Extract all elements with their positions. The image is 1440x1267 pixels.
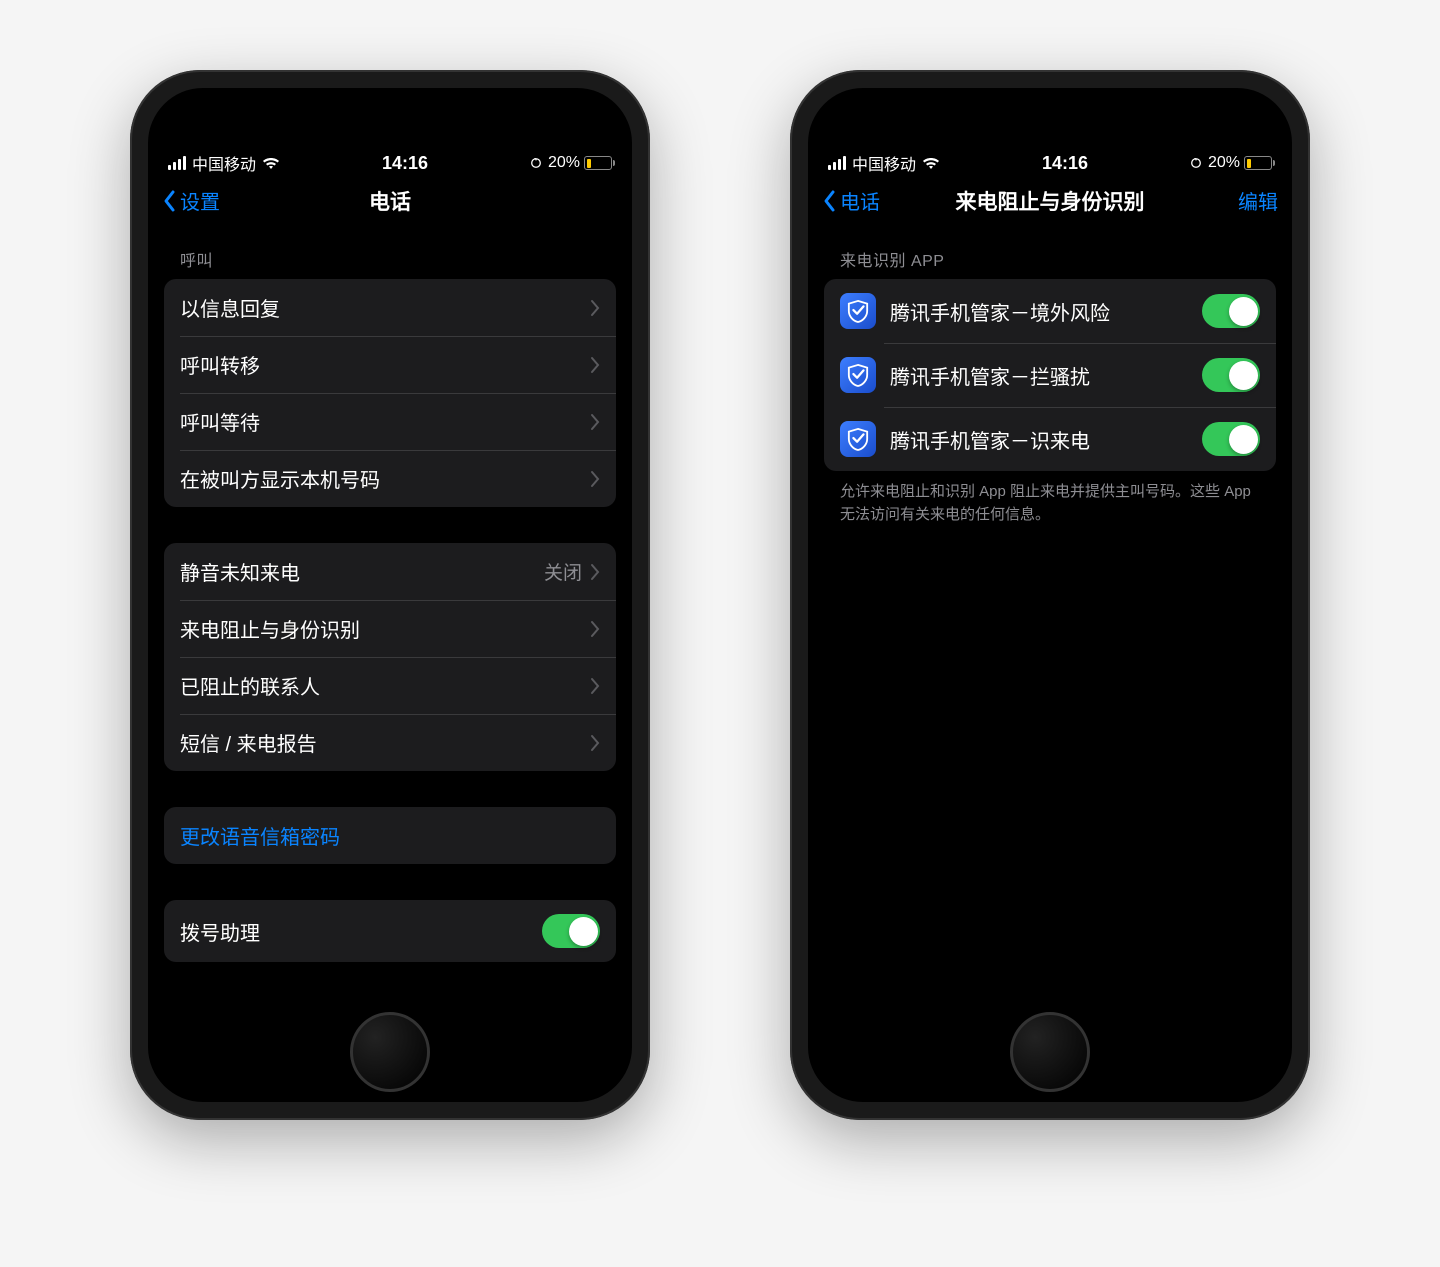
status-time: 14:16	[1042, 153, 1088, 174]
page-title: 来电阻止与身份识别	[956, 186, 1145, 216]
cell-show-caller-id[interactable]: 在被叫方显示本机号码	[164, 450, 616, 507]
back-button[interactable]: 设置	[162, 186, 220, 215]
back-label: 设置	[180, 186, 220, 215]
wifi-icon	[262, 156, 280, 170]
status-bar: 中国移动 14:16 20%	[808, 148, 1292, 176]
cell-call-waiting[interactable]: 呼叫等待	[164, 393, 616, 450]
edit-button[interactable]: 编辑	[1238, 186, 1278, 215]
nav-bar: 设置 电话	[148, 176, 632, 229]
chevron-right-icon	[590, 563, 600, 581]
status-bar: 中国移动 14:16 20%	[148, 148, 632, 176]
chevron-right-icon	[590, 299, 600, 317]
cell-dial-assist: 拨号助理	[164, 900, 616, 962]
cell-detail-value: 关闭	[544, 558, 582, 585]
toggle-dial-assist[interactable]	[542, 914, 600, 948]
group-block: 静音未知来电 关闭 来电阻止与身份识别 已阻止的联系人 短信 / 来电报告	[164, 543, 616, 771]
section-header-call: 呼叫	[164, 229, 616, 279]
group-dial-assist: 拨号助理	[164, 900, 616, 962]
status-time: 14:16	[382, 153, 428, 174]
chevron-right-icon	[590, 677, 600, 695]
home-button[interactable]	[1010, 1012, 1090, 1092]
chevron-right-icon	[590, 356, 600, 374]
orientation-lock-icon	[1190, 156, 1202, 170]
page-title: 电话	[369, 186, 411, 216]
toggle-app-overseas-risk[interactable]	[1202, 294, 1260, 328]
section-header-apps: 来电识别 APP	[824, 229, 1276, 279]
tencent-guard-icon	[840, 293, 876, 329]
tencent-guard-icon	[840, 421, 876, 457]
toggle-app-block-spam[interactable]	[1202, 358, 1260, 392]
cell-app-caller-id: 腾讯手机管家－识来电	[824, 407, 1276, 471]
cell-change-voicemail-pwd[interactable]: 更改语音信箱密码	[164, 807, 616, 864]
settings-content: 来电识别 APP 腾讯手机管家－境外风险	[808, 229, 1292, 973]
cell-call-blocking-id[interactable]: 来电阻止与身份识别	[164, 600, 616, 657]
cell-app-overseas-risk: 腾讯手机管家－境外风险	[824, 279, 1276, 343]
phone-frame-right: 中国移动 14:16 20% 电话 来电阻止与身份识别	[790, 70, 1310, 1120]
chevron-right-icon	[590, 413, 600, 431]
group-caller-id-apps: 腾讯手机管家－境外风险 腾讯手机管家－拦骚扰	[824, 279, 1276, 471]
screen-left: 中国移动 14:16 20% 设置 电话	[148, 88, 632, 1102]
tencent-guard-icon	[840, 357, 876, 393]
cellular-signal-icon	[828, 156, 846, 170]
wifi-icon	[922, 156, 940, 170]
cell-silence-unknown[interactable]: 静音未知来电 关闭	[164, 543, 616, 600]
orientation-lock-icon	[530, 156, 542, 170]
phone-frame-left: 中国移动 14:16 20% 设置 电话	[130, 70, 650, 1120]
back-label: 电话	[840, 186, 880, 215]
chevron-right-icon	[590, 470, 600, 488]
cellular-signal-icon	[168, 156, 186, 170]
group-call: 以信息回复 呼叫转移 呼叫等待 在被叫方显示本机号码	[164, 279, 616, 507]
battery-indicator: 20%	[1208, 154, 1272, 172]
carrier-label: 中国移动	[192, 151, 256, 175]
chevron-right-icon	[590, 620, 600, 638]
screen-right: 中国移动 14:16 20% 电话 来电阻止与身份识别	[808, 88, 1292, 1102]
nav-bar: 电话 来电阻止与身份识别 编辑	[808, 176, 1292, 229]
home-button[interactable]	[350, 1012, 430, 1092]
section-footer: 允许来电阻止和识别 App 阻止来电并提供主叫号码。这些 App 无法访问有关来…	[824, 471, 1276, 536]
cell-blocked-contacts[interactable]: 已阻止的联系人	[164, 657, 616, 714]
cell-call-forwarding[interactable]: 呼叫转移	[164, 336, 616, 393]
battery-percent: 20%	[1208, 154, 1240, 172]
battery-percent: 20%	[548, 154, 580, 172]
battery-indicator: 20%	[548, 154, 612, 172]
cell-reply-with-message[interactable]: 以信息回复	[164, 279, 616, 336]
group-voicemail: 更改语音信箱密码	[164, 807, 616, 864]
cell-sms-report[interactable]: 短信 / 来电报告	[164, 714, 616, 771]
cell-app-block-spam: 腾讯手机管家－拦骚扰	[824, 343, 1276, 407]
back-button[interactable]: 电话	[822, 186, 880, 215]
carrier-label: 中国移动	[852, 151, 916, 175]
toggle-app-caller-id[interactable]	[1202, 422, 1260, 456]
settings-content: 呼叫 以信息回复 呼叫转移 呼叫等待 在被叫方显示本机号码	[148, 229, 632, 973]
chevron-right-icon	[590, 734, 600, 752]
